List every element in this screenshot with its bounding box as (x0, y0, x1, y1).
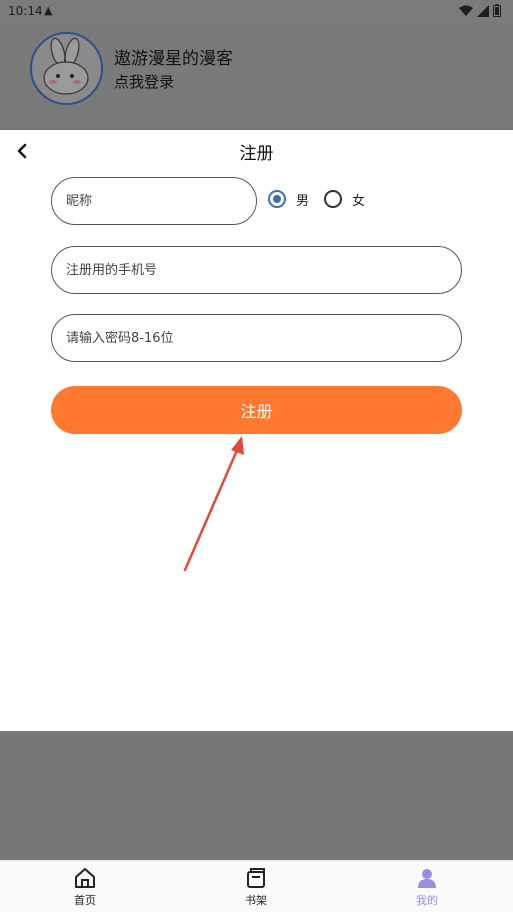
tab-home-label: 首页 (74, 894, 96, 907)
gender-male-option[interactable]: 男 (268, 187, 309, 211)
tab-home[interactable]: 首页 (45, 867, 125, 911)
tab-bookshelf[interactable]: 书架 (216, 867, 296, 911)
status-icons (459, 4, 501, 17)
wifi-icon (459, 5, 473, 16)
gender-male-label: 男 (296, 193, 310, 209)
dim-overlay (0, 731, 513, 860)
notification-icon: ▲ (44, 4, 53, 17)
battery-icon (493, 4, 501, 17)
app-name: 遨游漫星的漫客 (114, 49, 233, 69)
gender-female-label: 女 (352, 193, 366, 209)
tab-mine[interactable]: 我的 (387, 867, 467, 911)
phone-input[interactable] (66, 262, 461, 278)
page-title: 注册 (239, 144, 274, 164)
password-input[interactable] (66, 330, 461, 346)
status-time: 10:14 (8, 4, 43, 18)
profile-header: 遨游漫星的漫客 点我登录 (0, 22, 513, 128)
gender-female-option[interactable]: 女 (324, 187, 365, 211)
tab-bookshelf-label: 书架 (245, 894, 267, 907)
avatar[interactable] (30, 32, 103, 105)
radio-female[interactable] (324, 190, 342, 208)
nickname-field[interactable] (51, 177, 257, 225)
register-button[interactable]: 注册 (51, 386, 462, 434)
register-sheet: 注册 男 女 注册 (0, 130, 513, 731)
phone-field[interactable] (51, 246, 462, 294)
nickname-input[interactable] (66, 193, 256, 209)
user-icon (418, 869, 436, 888)
login-link[interactable]: 点我登录 (114, 71, 174, 92)
radio-male[interactable] (268, 190, 286, 208)
status-bar: 10:14 ▲ (0, 0, 513, 22)
bottom-tab-bar: 首页 书架 我的 (0, 860, 513, 912)
tab-mine-label: 我的 (416, 894, 438, 907)
bookshelf-icon (247, 868, 265, 888)
signal-icon (477, 4, 489, 17)
password-field[interactable] (51, 314, 462, 362)
home-icon (75, 868, 95, 888)
bunny-avatar-icon (43, 37, 89, 95)
